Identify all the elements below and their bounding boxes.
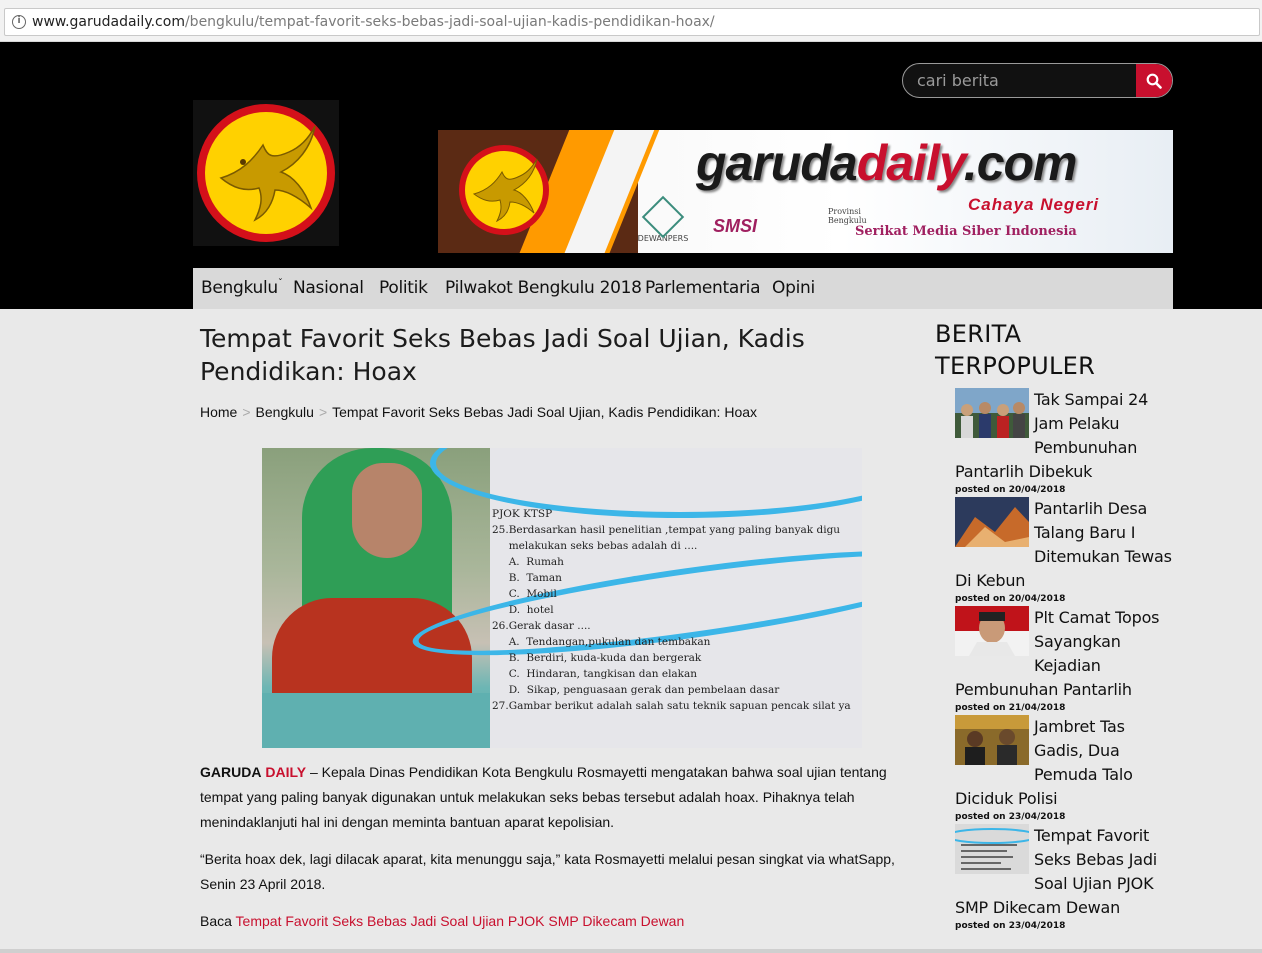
nav-item-pilwakot[interactable]: Pilwakot Bengkulu 2018 bbox=[445, 278, 642, 298]
banner-title-dark: garuda bbox=[696, 135, 858, 191]
url-path: /bengkulu/tempat-favorit-seks-bebas-jadi… bbox=[184, 14, 715, 30]
popular-thumbnail[interactable] bbox=[955, 606, 1029, 656]
nav-item-politik[interactable]: Politik bbox=[379, 278, 428, 298]
breadcrumb-bengkulu[interactable]: Bengkulu bbox=[256, 404, 314, 420]
garuda-logo bbox=[197, 104, 335, 242]
dewanpers-icon bbox=[641, 195, 685, 239]
article-paragraph-2: “Berita hoax dek, lagi dilacak aparat, k… bbox=[200, 851, 895, 892]
banner-title-suffix: .com bbox=[963, 135, 1078, 191]
breadcrumb-current: Tempat Favorit Seks Bebas Jadi Soal Ujia… bbox=[332, 404, 758, 420]
smsi-logo: SMSI bbox=[713, 216, 758, 236]
banner-title: garudadaily.com bbox=[696, 134, 1077, 192]
url-domain: www.garudadaily.com bbox=[32, 14, 185, 30]
banner-tagline: Cahaya Negeri bbox=[968, 195, 1100, 214]
sms-name: Serikat Media Siber Indonesia bbox=[855, 224, 1077, 239]
article-title: Tempat Favorit Seks Bebas Jadi Soal Ujia… bbox=[200, 324, 805, 386]
site-header: garudadaily.com Cahaya Negeri DEWANPERS … bbox=[0, 42, 1262, 309]
search-button[interactable] bbox=[1136, 64, 1172, 97]
sms-subtitle: Provinsi Bengkulu bbox=[828, 207, 867, 225]
breadcrumb: Home > Bengkulu > Tempat Favorit Seks Bebas … bbox=[200, 404, 757, 420]
popular-item[interactable]: Plt Camat Topos Sayangkan Kejadian Pembu… bbox=[955, 606, 1175, 713]
popular-date: posted on 20/04/2018 bbox=[955, 594, 1066, 604]
popular-thumbnail[interactable] bbox=[955, 388, 1029, 438]
article-paragraph-3: Baca Tempat Favorit Seks Bebas Jadi Soal… bbox=[200, 909, 900, 934]
url-text[interactable]: www.garudadaily.com/bengkulu/tempat-favo… bbox=[32, 14, 715, 30]
popular-item[interactable]: Tak Sampai 24 Jam Pelaku Pembunuhan Pant… bbox=[955, 388, 1175, 495]
popular-date: posted on 23/04/2018 bbox=[955, 812, 1066, 822]
banner-title-red: daily bbox=[856, 135, 965, 191]
nav-item-bengkulu[interactable]: Bengkuluˇ bbox=[201, 278, 283, 298]
nav-item-parlementaria[interactable]: Parlementaria bbox=[645, 278, 760, 298]
sidebar-title: BERITA TERPOPULER bbox=[935, 320, 1096, 380]
article-photo: PJOK KTSP 25.Berdasarkan hasil penelitia… bbox=[262, 448, 862, 748]
search-icon bbox=[1146, 73, 1162, 89]
breadcrumb-separator: > bbox=[318, 404, 328, 420]
article-paragraph-1: GARUDA DAILY – Kepala Dinas Pendidikan K… bbox=[200, 760, 900, 835]
browser-toolbar: i www.garudadaily.com/bengkulu/tempat-fa… bbox=[0, 0, 1262, 42]
photo-portrait bbox=[262, 448, 490, 748]
popular-thumbnail[interactable] bbox=[955, 824, 1029, 874]
nav-item-opini[interactable]: Opini bbox=[772, 278, 815, 298]
address-bar[interactable]: i www.garudadaily.com/bengkulu/tempat-fa… bbox=[4, 8, 1260, 36]
search-box bbox=[902, 63, 1173, 98]
read-also-prefix: Baca bbox=[200, 913, 236, 929]
popular-item[interactable]: Jambret Tas Gadis, Dua Pemuda Talo Dicid… bbox=[955, 715, 1175, 822]
popular-thumbnail[interactable] bbox=[955, 715, 1029, 765]
dewanpers-logo: DEWANPERS bbox=[633, 195, 693, 243]
breadcrumb-home[interactable]: Home bbox=[200, 404, 237, 420]
main-nav: Bengkuluˇ Nasional Politik Pilwakot Beng… bbox=[193, 268, 1173, 309]
nav-item-nasional[interactable]: Nasional bbox=[293, 278, 364, 298]
page-bottom-edge bbox=[0, 949, 1262, 953]
nav-label: Bengkulu bbox=[201, 278, 278, 298]
read-also-link[interactable]: Tempat Favorit Seks Bebas Jadi Soal Ujia… bbox=[236, 913, 685, 929]
photo-face bbox=[352, 463, 422, 558]
photo-exam-text: PJOK KTSP 25.Berdasarkan hasil penelitia… bbox=[492, 508, 851, 712]
popular-item[interactable]: Pantarlih Desa Talang Baru I Ditemukan T… bbox=[955, 497, 1175, 604]
chevron-down-icon: ˇ bbox=[277, 278, 283, 289]
search-input[interactable] bbox=[903, 64, 1136, 97]
header-banner[interactable]: garudadaily.com Cahaya Negeri DEWANPERS … bbox=[438, 130, 1173, 253]
banner-garuda-logo bbox=[459, 145, 549, 235]
brand-daily: DAILY bbox=[265, 764, 307, 780]
breadcrumb-separator: > bbox=[242, 404, 251, 420]
popular-date: posted on 23/04/2018 bbox=[955, 921, 1066, 931]
photo-desk bbox=[262, 693, 490, 748]
popular-item[interactable]: Tempat Favorit Seks Bebas Jadi Soal Ujia… bbox=[955, 824, 1175, 931]
popular-date: posted on 20/04/2018 bbox=[955, 485, 1066, 495]
popular-thumbnail[interactable] bbox=[955, 497, 1029, 547]
brand-garuda: GARUDA bbox=[200, 764, 262, 780]
photo-exam-sheet: PJOK KTSP 25.Berdasarkan hasil penelitia… bbox=[407, 448, 862, 748]
popular-date: posted on 21/04/2018 bbox=[955, 703, 1066, 713]
site-logo[interactable] bbox=[193, 100, 339, 246]
info-icon[interactable]: i bbox=[12, 15, 26, 29]
